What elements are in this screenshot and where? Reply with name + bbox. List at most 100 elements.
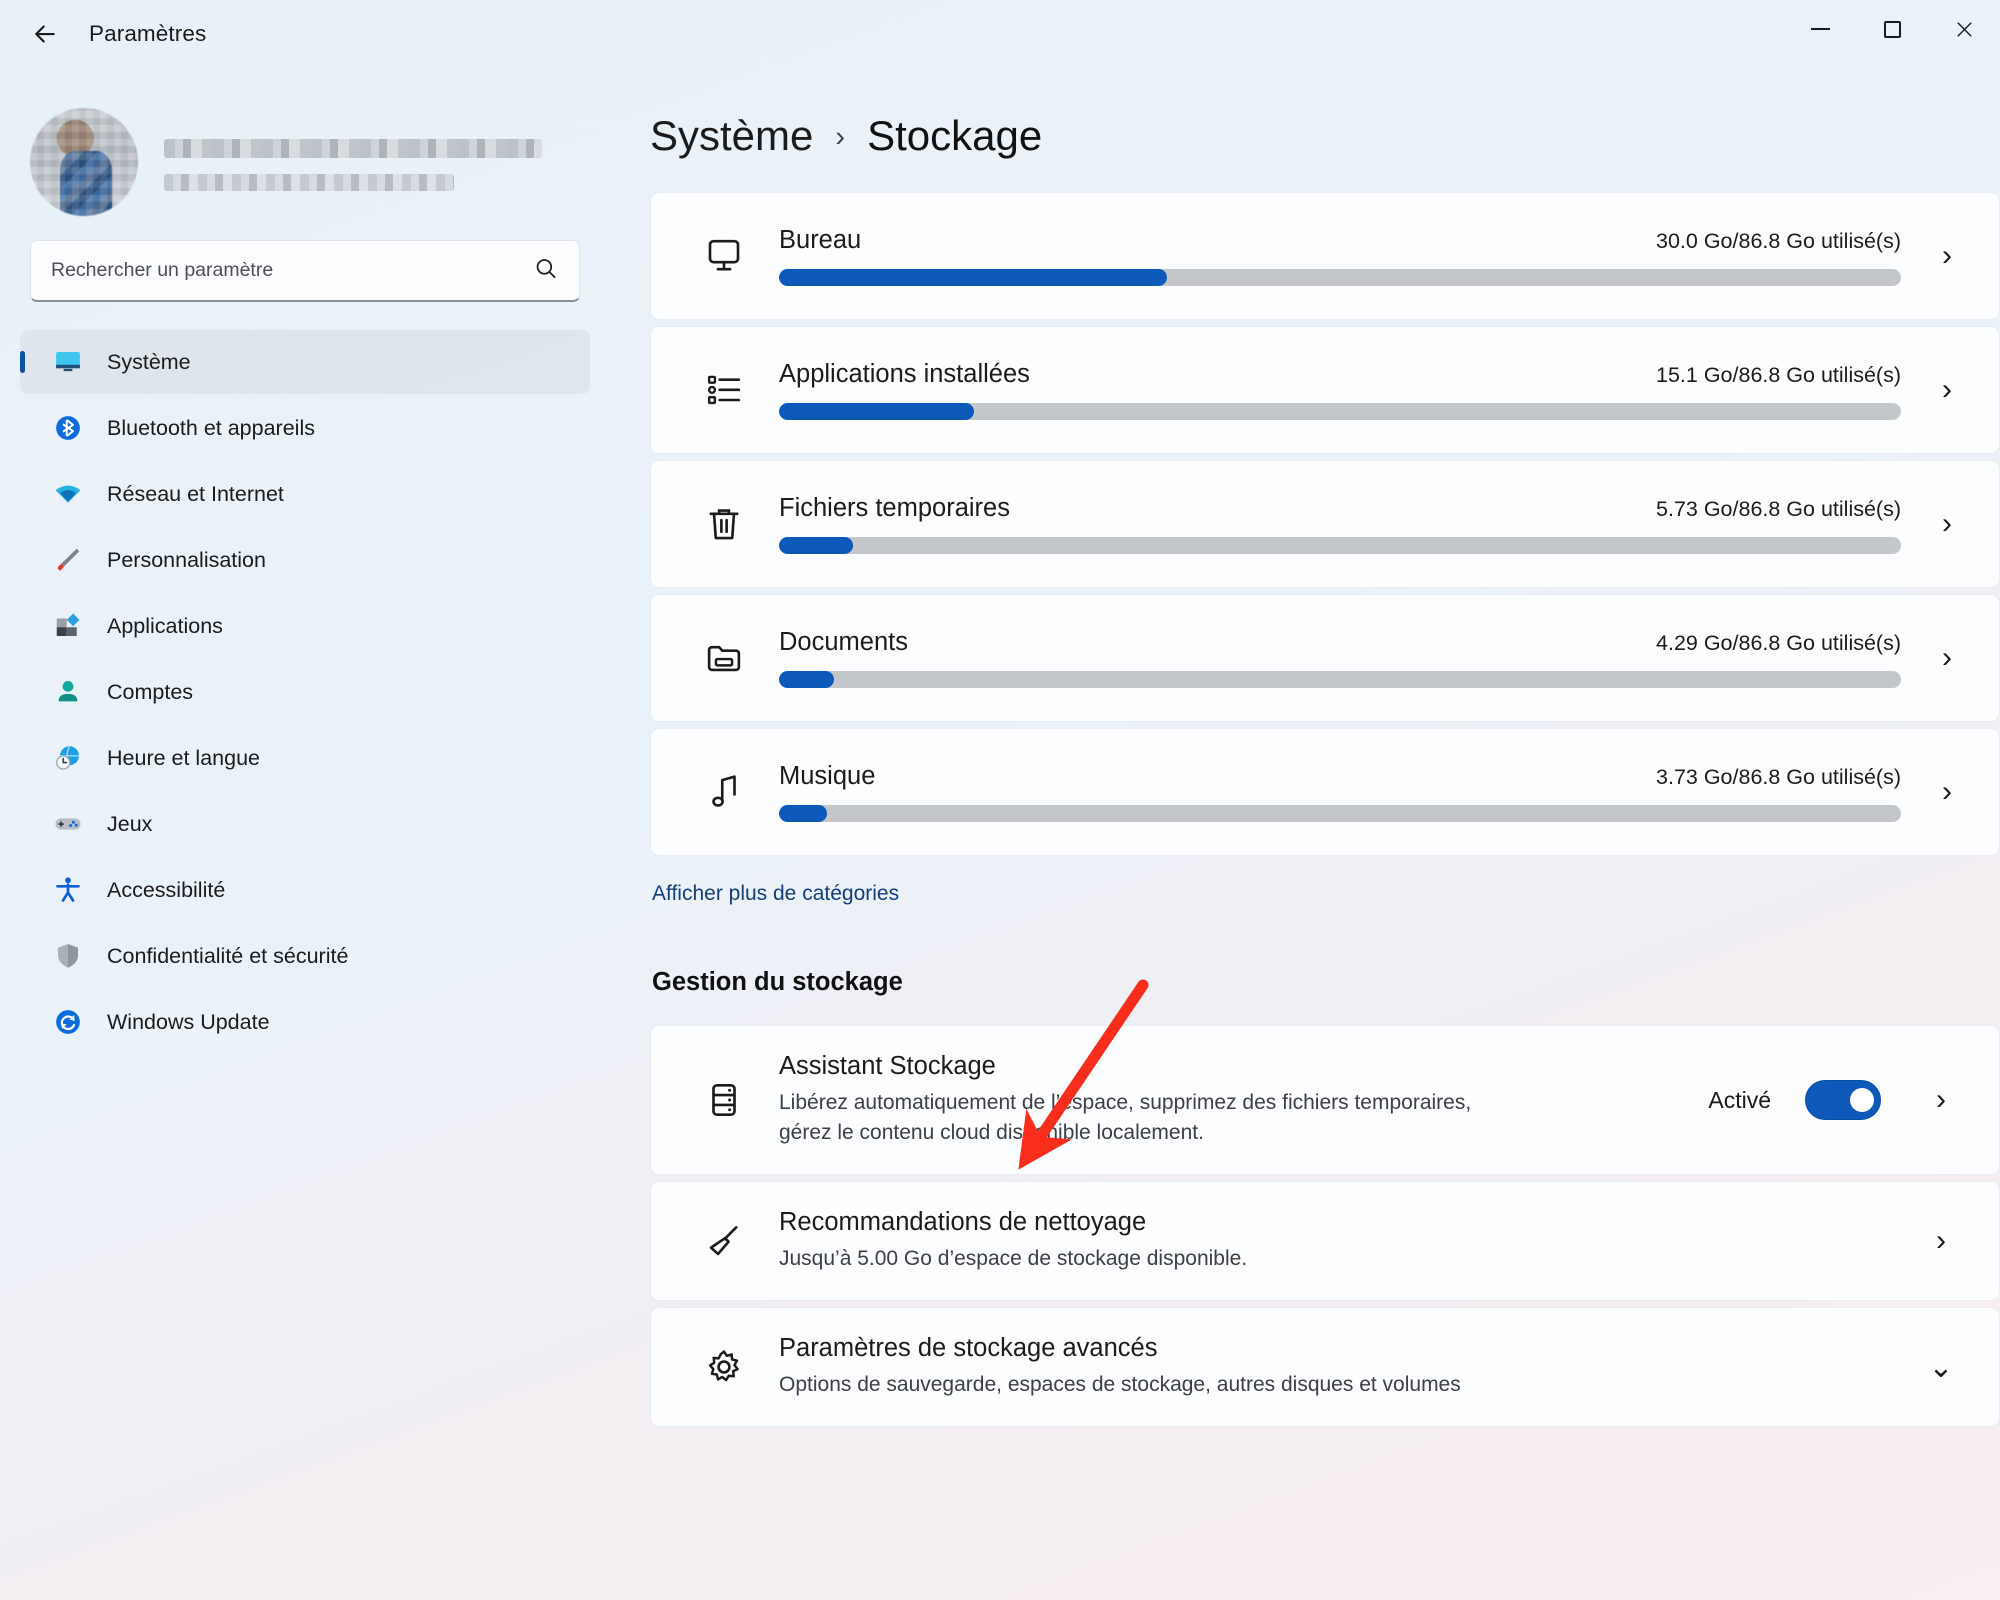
storage-progress-fill xyxy=(779,403,975,420)
window-controls xyxy=(1784,0,2000,68)
chevron-right-icon[interactable]: › xyxy=(1915,1224,1967,1258)
update-icon xyxy=(50,1004,86,1040)
shield-icon xyxy=(50,938,86,974)
sidebar-item-applications[interactable]: Applications xyxy=(20,594,590,658)
storage-card-applications-installees[interactable]: Applications installées 15.1 Go/86.8 Go … xyxy=(650,326,2000,454)
management-card-controls: Activé › xyxy=(1708,1080,1973,1121)
trash-icon xyxy=(695,503,753,545)
storage-usage-text: 30.0 Go/86.8 Go utilisé(s) xyxy=(1656,229,1901,253)
management-card-subtitle: Libérez automatiquement de l’espace, sup… xyxy=(779,1091,1472,1145)
management-card-parametres-avances[interactable]: Paramètres de stockage avancés Options d… xyxy=(650,1307,2000,1428)
search-input[interactable] xyxy=(31,241,579,300)
sidebar-item-systeme[interactable]: Système xyxy=(20,330,590,394)
chevron-right-icon[interactable]: › xyxy=(1921,239,1973,273)
sidebar-item-jeux[interactable]: Jeux xyxy=(20,792,590,856)
breadcrumb-parent[interactable]: Système xyxy=(650,112,813,160)
sidebar-item-comptes[interactable]: Comptes xyxy=(20,660,590,724)
storage-progress-bar xyxy=(779,537,1901,554)
management-card-title: Paramètres de stockage avancés xyxy=(779,1334,1158,1363)
maximize-button[interactable] xyxy=(1856,0,1928,58)
storage-progress-fill xyxy=(779,671,834,688)
minimize-button[interactable] xyxy=(1784,0,1856,58)
account-text-redacted xyxy=(164,133,542,191)
storage-management-list: Assistant Stockage Libérez automatiqueme… xyxy=(610,997,2000,1428)
management-card-recommandations-nettoyage[interactable]: Recommandations de nettoyage Jusqu’à 5.0… xyxy=(650,1181,2000,1302)
title-bar: Paramètres xyxy=(0,0,2000,68)
storage-sense-toggle[interactable] xyxy=(1805,1080,1881,1121)
sidebar-item-label: Personnalisation xyxy=(107,547,266,572)
globe-clock-icon xyxy=(50,740,86,776)
storage-card-musique[interactable]: Musique 3.73 Go/86.8 Go utilisé(s) › xyxy=(650,728,2000,856)
storage-category-name: Documents xyxy=(779,628,908,656)
list-icon xyxy=(695,369,753,411)
sidebar-nav: Système Bluetooth et appareils Réseau et… xyxy=(0,302,610,1054)
gamepad-icon xyxy=(50,806,86,842)
storage-category-name: Applications installées xyxy=(779,360,1030,388)
storage-progress-bar xyxy=(779,671,1901,688)
storage-usage-text: 4.29 Go/86.8 Go utilisé(s) xyxy=(1656,631,1901,655)
storage-progress-fill xyxy=(779,805,828,822)
chevron-right-icon[interactable]: › xyxy=(1921,373,1973,407)
storage-management-heading: Gestion du stockage xyxy=(652,968,903,996)
toggle-knob xyxy=(1850,1088,1874,1113)
sidebar-item-personnalisation[interactable]: Personnalisation xyxy=(20,528,590,592)
chevron-right-icon[interactable]: › xyxy=(1921,507,1973,541)
storage-progress-bar xyxy=(779,269,1901,286)
sidebar-item-label: Comptes xyxy=(107,679,194,704)
storage-card-bureau[interactable]: Bureau 30.0 Go/86.8 Go utilisé(s) › xyxy=(650,192,2000,320)
chevron-down-icon[interactable]: ⌄ xyxy=(1915,1350,1967,1385)
chevron-right-icon[interactable]: › xyxy=(1915,1083,1967,1117)
maximize-icon xyxy=(1883,20,1901,38)
back-arrow-icon xyxy=(35,25,55,43)
sidebar-item-label: Réseau et Internet xyxy=(107,481,284,506)
close-icon xyxy=(1956,21,1972,37)
folder-icon xyxy=(695,637,753,679)
apps-icon xyxy=(50,608,86,644)
sidebar-item-label: Bluetooth et appareils xyxy=(107,415,315,440)
storage-usage-text: 5.73 Go/86.8 Go utilisé(s) xyxy=(1656,497,1901,521)
close-button[interactable] xyxy=(1928,0,2000,58)
main-content: Système › Stockage Bureau 30.0 Go/86.8 G… xyxy=(610,0,2000,1600)
sidebar-item-confidentialite[interactable]: Confidentialité et sécurité xyxy=(20,924,590,988)
storage-progress-fill xyxy=(779,269,1168,286)
sidebar-item-label: Applications xyxy=(107,613,223,638)
sidebar-item-heure-langue[interactable]: Heure et langue xyxy=(20,726,590,790)
chevron-right-icon[interactable]: › xyxy=(1921,775,1973,809)
chevron-right-icon[interactable]: › xyxy=(1921,641,1973,675)
storage-category-name: Bureau xyxy=(779,226,862,254)
search-icon xyxy=(533,255,559,286)
sidebar-item-label: Jeux xyxy=(107,811,153,836)
sidebar-item-windows-update[interactable]: Windows Update xyxy=(20,990,590,1054)
sidebar-item-reseau[interactable]: Réseau et Internet xyxy=(20,462,590,526)
storage-category-name: Musique xyxy=(779,762,876,790)
management-card-assistant-stockage[interactable]: Assistant Stockage Libérez automatiqueme… xyxy=(650,1025,2000,1176)
storage-usage-text: 3.73 Go/86.8 Go utilisé(s) xyxy=(1656,765,1901,789)
search-box[interactable] xyxy=(30,240,580,302)
accessibility-icon xyxy=(50,872,86,908)
account-name-redacted xyxy=(164,139,542,158)
management-card-controls: › xyxy=(1915,1224,1973,1258)
back-button[interactable] xyxy=(22,11,68,57)
management-card-subtitle: Jusqu’à 5.00 Go d’espace de stockage dis… xyxy=(779,1247,1248,1271)
storage-card-body: Fichiers temporaires 5.73 Go/86.8 Go uti… xyxy=(753,494,1921,554)
sidebar-item-accessibilite[interactable]: Accessibilité xyxy=(20,858,590,922)
management-card-title: Assistant Stockage xyxy=(779,1052,996,1080)
storage-card-documents[interactable]: Documents 4.29 Go/86.8 Go utilisé(s) › xyxy=(650,594,2000,722)
minimize-icon xyxy=(1810,28,1830,30)
management-card-controls: ⌄ xyxy=(1915,1350,1973,1385)
storage-progress-fill xyxy=(779,537,854,554)
sidebar-item-label: Système xyxy=(107,349,191,374)
sidebar-item-bluetooth[interactable]: Bluetooth et appareils xyxy=(20,396,590,460)
management-card-subtitle: Options de sauvegarde, espaces de stocka… xyxy=(779,1373,1461,1397)
drive-icon xyxy=(695,1079,753,1121)
app-title: Paramètres xyxy=(89,21,207,46)
show-more-categories-link[interactable]: Afficher plus de catégories xyxy=(610,856,899,906)
storage-card-body: Applications installées 15.1 Go/86.8 Go … xyxy=(753,360,1921,420)
account-summary[interactable] xyxy=(0,68,610,218)
broom-icon xyxy=(695,1220,753,1262)
settings-window: Paramètres Rechercher un paramètre Systè… xyxy=(0,0,2000,1600)
management-card-body: Assistant Stockage Libérez automatiqueme… xyxy=(753,1052,1708,1148)
storage-card-fichiers-temporaires[interactable]: Fichiers temporaires 5.73 Go/86.8 Go uti… xyxy=(650,460,2000,588)
monitor-icon xyxy=(695,235,753,277)
sidebar: Système Bluetooth et appareils xyxy=(0,0,610,1600)
